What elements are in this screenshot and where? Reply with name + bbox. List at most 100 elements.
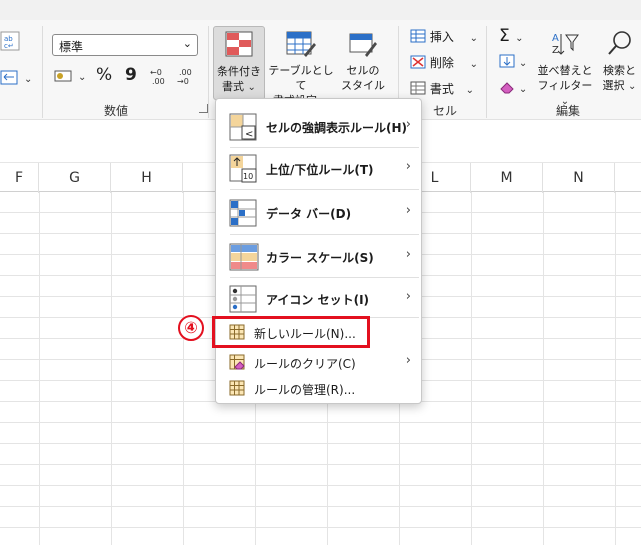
percent-style-button[interactable]: %: [96, 65, 112, 85]
group-separator: [42, 26, 43, 118]
fill-button[interactable]: ⌄: [499, 54, 527, 69]
delete-cells-icon: [410, 55, 426, 69]
manage-rules-icon: [229, 380, 245, 396]
title-bar-strip: [0, 0, 641, 20]
menu-item-top-bottom-rules[interactable]: 10 上位/下位ルール(T) ›: [216, 149, 421, 189]
column-header-n[interactable]: N: [543, 163, 615, 193]
format-as-table-icon: [286, 31, 316, 57]
sort-filter-label-1: 並べ替えと: [537, 64, 593, 77]
number-dialog-launcher-icon[interactable]: [199, 104, 208, 113]
menu-item-label: データ バー(D): [266, 207, 352, 221]
data-bars-icon: [229, 199, 257, 227]
submenu-arrow-icon: ›: [405, 289, 411, 304]
delete-cells-label: 削除: [429, 56, 454, 70]
group-separator: [208, 26, 209, 118]
submenu-arrow-icon: ›: [405, 353, 411, 368]
svg-text:.00: .00: [179, 68, 192, 77]
svg-text:Z: Z: [552, 45, 559, 56]
menu-separator: [230, 277, 419, 278]
highlight-cells-rules-icon: <: [229, 113, 257, 141]
delete-cells-button[interactable]: 削除 ⌄: [410, 54, 478, 71]
menu-separator: [230, 189, 419, 190]
format-as-table-button[interactable]: テーブルとして 書式設定 ⌄: [267, 26, 335, 107]
sort-filter-icon: A Z: [552, 33, 579, 56]
menu-separator: [230, 234, 419, 235]
menu-item-clear-rules[interactable]: ルールのクリア(C) ›: [216, 351, 421, 373]
menu-item-label: 上位/下位ルール(T): [266, 163, 374, 177]
submenu-arrow-icon: ›: [405, 117, 411, 132]
insert-cells-icon: [410, 29, 426, 43]
number-group-label: 数値: [104, 104, 129, 118]
conditional-formatting-label-2: 書式: [222, 80, 245, 93]
format-as-table-label-1: テーブルとして: [268, 64, 334, 92]
svg-text:←0: ←0: [150, 68, 162, 77]
column-header-h[interactable]: H: [111, 163, 183, 193]
icon-sets-icon: [229, 285, 257, 313]
annotation-highlight-box: [212, 316, 370, 348]
menu-separator: [230, 147, 419, 148]
chevron-down-icon: ⌄: [182, 37, 192, 50]
find-select-button[interactable]: 検索と 選択 ⌄: [598, 26, 641, 100]
svg-text:10: 10: [243, 172, 253, 181]
insert-cells-button[interactable]: 挿入 ⌄: [410, 28, 478, 45]
number-format-value: 標準: [59, 40, 84, 54]
svg-text:.00: .00: [152, 77, 165, 86]
editing-group-label: 編集: [556, 104, 581, 118]
svg-text:⌄: ⌄: [78, 72, 86, 83]
menu-item-icon-sets[interactable]: アイコン セット(I) ›: [216, 279, 421, 319]
insert-cells-label: 挿入: [429, 30, 454, 44]
format-cells-label: 書式: [429, 82, 454, 96]
cells-group-label: セル: [433, 104, 458, 118]
conditional-formatting-label-1: 条件付き: [217, 65, 261, 78]
column-header-g[interactable]: G: [39, 163, 111, 193]
column-header-f[interactable]: F: [0, 163, 39, 193]
cell-styles-label-2: スタイル: [341, 79, 385, 92]
menu-item-manage-rules[interactable]: ルールの管理(R)...: [216, 377, 421, 399]
chevron-down-icon: ⌄: [515, 33, 524, 44]
sort-filter-button[interactable]: A Z 並べ替えと フィルター ⌄: [536, 26, 594, 107]
menu-item-label: ルールのクリア(C): [254, 357, 356, 371]
chevron-down-icon: ⌄: [247, 82, 256, 93]
menu-item-highlight-cells-rules[interactable]: < セルの強調表示ルール(H) ›: [216, 107, 421, 147]
top-bottom-rules-icon: 10: [229, 154, 257, 183]
sort-filter-label-2: フィルター: [537, 79, 593, 92]
clear-rules-icon: [229, 354, 245, 370]
menu-item-label: ルールの管理(R)...: [254, 383, 356, 397]
submenu-arrow-icon: ›: [405, 159, 411, 174]
format-cells-button[interactable]: 書式 ⌄: [410, 80, 474, 97]
magnifier-icon: [607, 31, 631, 55]
accounting-format-button[interactable]: ⌄: [54, 66, 90, 86]
increase-decimal-icon[interactable]: ←0.00: [150, 66, 170, 86]
comma-style-button[interactable]: 9: [125, 65, 137, 85]
autosum-button[interactable]: Σ ⌄: [499, 26, 524, 46]
svg-text:→0: →0: [177, 77, 189, 86]
cell-styles-label-1: セルの: [346, 64, 380, 77]
svg-text:⌄: ⌄: [24, 74, 32, 85]
menu-item-color-scales[interactable]: カラー スケール(S) ›: [216, 237, 421, 277]
clear-button[interactable]: ⌄: [499, 80, 527, 95]
svg-text:c↵: c↵: [4, 42, 14, 50]
menu-item-label: セルの強調表示ルール(H): [266, 121, 408, 135]
merge-center-icon[interactable]: ⌄: [0, 68, 34, 88]
chevron-down-icon: ⌄: [518, 84, 528, 95]
submenu-arrow-icon: ›: [405, 203, 411, 218]
chevron-down-icon: ⌄: [518, 58, 528, 69]
svg-text:<: <: [245, 129, 253, 140]
cell-styles-icon: [349, 33, 377, 57]
wrap-text-icon[interactable]: ab c↵: [0, 30, 22, 52]
conditional-formatting-button[interactable]: 条件付き 書式 ⌄: [213, 26, 265, 100]
menu-item-label: アイコン セット(I): [266, 293, 370, 307]
find-select-label-1: 検索と: [603, 64, 636, 77]
format-cells-icon: [410, 81, 426, 95]
eraser-icon: [500, 82, 514, 94]
fill-down-icon: [499, 54, 515, 68]
column-header-m[interactable]: M: [471, 163, 543, 193]
find-select-label-2: 選択: [602, 79, 625, 92]
number-format-dropdown[interactable]: 標準 ⌄: [52, 34, 198, 56]
sigma-icon: Σ: [499, 26, 510, 46]
menu-item-data-bars[interactable]: データ バー(D) ›: [216, 193, 421, 233]
chevron-down-icon: ⌄: [469, 33, 479, 44]
svg-text:A: A: [552, 33, 559, 44]
cell-styles-button[interactable]: セルの スタイル ⌄: [336, 26, 390, 107]
decrease-decimal-icon[interactable]: .00 →0: [177, 66, 197, 86]
